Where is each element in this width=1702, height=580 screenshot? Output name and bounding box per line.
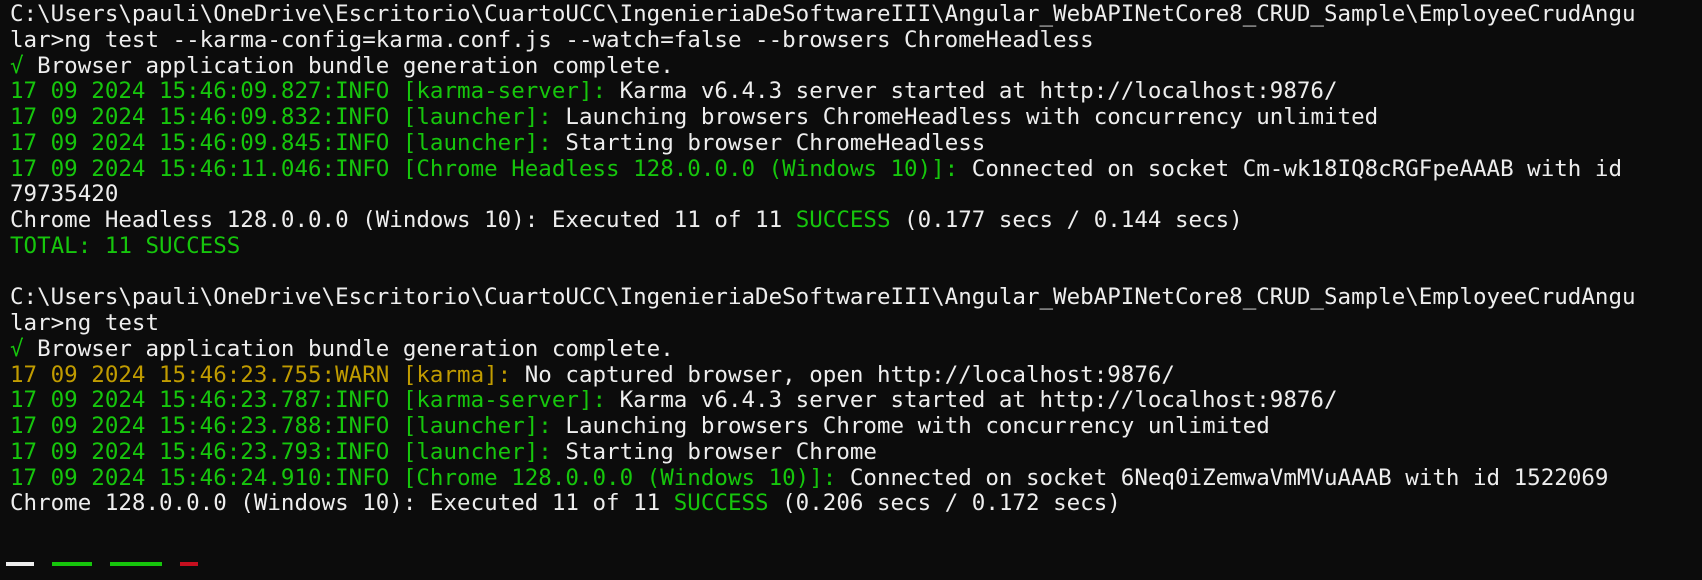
terminal-line: lar>ng test --karma-config=karma.conf.js… [10, 26, 1702, 54]
terminal-output[interactable]: C:\Users\pauli\OneDrive\Escritorio\Cuart… [0, 0, 1702, 567]
terminal-text: lar>ng test --karma-config=karma.conf.js… [10, 26, 1094, 53]
terminal-line: TOTAL: 11 SUCCESS [10, 232, 1702, 260]
terminal-text: √ [10, 335, 24, 362]
terminal-line: Chrome 128.0.0.0 (Windows 10): Executed … [10, 490, 1702, 517]
terminal-line: 17 09 2024 15:46:23.787:INFO [karma-serv… [10, 387, 1702, 414]
terminal-text: 17 09 2024 15:46:11.046:INFO [Chrome Hea… [10, 155, 972, 182]
terminal-text: 17 09 2024 15:46:09.827:INFO [karma-serv… [10, 78, 620, 105]
terminal-line: 17 09 2024 15:46:09.827:INFO [karma-serv… [10, 78, 1702, 105]
cut-off-glyph [110, 562, 162, 566]
terminal-text: Chrome 128.0.0.0 (Windows 10): Executed … [10, 490, 674, 517]
terminal-text: (0.206 secs / 0.172 secs) [768, 490, 1121, 517]
cut-off-glyph [6, 562, 34, 566]
terminal-line: 17 09 2024 15:46:09.845:INFO [launcher]:… [10, 129, 1702, 157]
terminal-text: TOTAL: 11 SUCCESS [10, 232, 241, 259]
terminal-text: Karma v6.4.3 server started at http://lo… [619, 78, 1338, 105]
terminal-text: 17 09 2024 15:46:24.910:INFO [Chrome 128… [10, 464, 850, 491]
terminal-text: lar>ng test [10, 310, 160, 336]
terminal-text: √ [10, 52, 24, 79]
cut-off-glyph [52, 562, 92, 566]
terminal-text: Connected on socket 6Neq0iZemwaVmMVuAAAB… [849, 464, 1609, 491]
terminal-text: SUCCESS [795, 207, 891, 233]
terminal-text: 17 09 2024 15:46:09.845:INFO [launcher]: [10, 129, 566, 156]
terminal-line: 17 09 2024 15:46:24.910:INFO [Chrome 128… [10, 464, 1702, 492]
terminal-text: Starting browser Chrome [565, 438, 877, 465]
terminal-text: 17 09 2024 15:46:23.793:INFO [launcher]: [10, 438, 566, 465]
terminal-line: 17 09 2024 15:46:23.793:INFO [launcher]:… [10, 438, 1702, 466]
terminal-line: 79735420 [10, 181, 1702, 208]
terminal-line: C:\Users\pauli\OneDrive\Escritorio\Cuart… [10, 284, 1702, 311]
terminal-text: 17 09 2024 15:46:23.788:INFO [launcher]: [10, 413, 566, 439]
terminal-text: Launching browsers ChromeHeadless with c… [565, 104, 1379, 130]
terminal-text: 17 09 2024 15:46:09.832:INFO [launcher]: [10, 104, 566, 130]
terminal-line: 17 09 2024 15:46:23.755:WARN [karma]: No… [10, 361, 1702, 389]
terminal-line: √ Browser application bundle generation … [10, 335, 1702, 363]
terminal-line: 17 09 2024 15:46:11.046:INFO [Chrome Hea… [10, 155, 1702, 183]
terminal-line: 17 09 2024 15:46:09.832:INFO [launcher]:… [10, 104, 1702, 131]
cut-off-glyph [180, 562, 198, 566]
terminal-text: Chrome Headless 128.0.0.0 (Windows 10): … [10, 207, 796, 233]
cut-off-next-line [6, 562, 386, 566]
terminal-text: 17 09 2024 15:46:23.755:WARN [karma]: [10, 361, 525, 388]
terminal-line: C:\Users\pauli\OneDrive\Escritorio\Cuart… [10, 1, 1702, 28]
terminal-text: Browser application bundle generation co… [23, 52, 674, 79]
terminal-line: Chrome Headless 128.0.0.0 (Windows 10): … [10, 207, 1702, 234]
terminal-text: C:\Users\pauli\OneDrive\Escritorio\Cuart… [10, 1, 1636, 27]
terminal-line: √ Browser application bundle generation … [10, 52, 1702, 80]
terminal-text: C:\Users\pauli\OneDrive\Escritorio\Cuart… [10, 284, 1636, 311]
terminal-line: 17 09 2024 15:46:23.788:INFO [launcher]:… [10, 413, 1702, 440]
terminal-text: 17 09 2024 15:46:23.787:INFO [karma-serv… [10, 387, 620, 414]
terminal-text: Starting browser ChromeHeadless [565, 129, 986, 156]
terminal-text: Launching browsers Chrome with concurren… [565, 413, 1270, 439]
terminal-text: 79735420 [10, 181, 119, 208]
terminal-text: SUCCESS [673, 490, 769, 517]
terminal-text: Connected on socket Cm-wk18IQ8cRGFpeAAAB… [971, 155, 1622, 182]
terminal-text: Karma v6.4.3 server started at http://lo… [619, 387, 1338, 414]
terminal-text: Browser application bundle generation co… [23, 335, 674, 362]
terminal-text: No captured browser, open http://localho… [524, 361, 1175, 388]
terminal-line: lar>ng test [10, 310, 1702, 337]
terminal-text: (0.177 secs / 0.144 secs) [890, 207, 1243, 233]
